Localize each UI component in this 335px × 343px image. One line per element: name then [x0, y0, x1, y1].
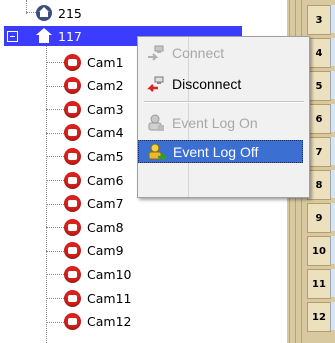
camera-node[interactable]: Cam1 [64, 51, 124, 73]
menu-separator [144, 101, 304, 103]
channel-number-cell[interactable]: 5 [307, 71, 331, 101]
home-icon [36, 28, 52, 44]
camera-icon [64, 77, 81, 95]
collapse-toggle[interactable] [7, 31, 18, 42]
camera-label: Cam9 [87, 243, 124, 259]
camera-label: Cam5 [87, 148, 124, 164]
camera-icon [64, 171, 81, 189]
tree-connector [46, 227, 64, 229]
channel-cell-edge [330, 236, 335, 264]
camera-node[interactable]: Cam7 [64, 193, 124, 215]
camera-label: Cam2 [87, 78, 124, 94]
selected-site-label: 117 [58, 28, 82, 44]
tree-connector [46, 203, 64, 205]
camera-node[interactable]: Cam5 [64, 145, 124, 167]
tree-connector [26, 12, 36, 13]
channel-number-cell[interactable]: 9 [307, 203, 331, 233]
site-icon [36, 5, 52, 21]
channel-cell-edge [330, 269, 335, 297]
tree-connector [46, 274, 64, 276]
camera-label: Cam7 [87, 196, 124, 212]
menu-item-connect[interactable]: Connect [140, 41, 300, 64]
channel-cell-edge [330, 38, 335, 66]
channel-number-cell[interactable]: 6 [307, 104, 331, 134]
tree-node-site[interactable]: 215 [36, 2, 82, 24]
event-log-on-icon [146, 113, 166, 133]
camera-node[interactable]: Cam9 [64, 240, 124, 262]
camera-node[interactable]: Cam2 [64, 75, 124, 97]
camera-node[interactable]: Cam11 [64, 287, 131, 309]
camera-icon [64, 124, 81, 142]
tree-node-selected-site[interactable]: 117 [36, 25, 82, 47]
channel-number-cell[interactable]: 8 [307, 170, 331, 200]
camera-icon [64, 147, 81, 165]
channel-cell-edge [330, 203, 335, 231]
menu-item-event-log-off[interactable]: Event Log Off [138, 140, 303, 163]
channel-number-cell[interactable]: 12 [307, 302, 331, 332]
site-label: 215 [58, 5, 82, 21]
channel-number-cell[interactable]: 4 [307, 38, 331, 68]
camera-node[interactable]: Cam3 [64, 98, 124, 120]
tree-connector [46, 109, 64, 111]
camera-node[interactable]: Cam4 [64, 122, 124, 144]
channel-number-cell[interactable]: 10 [307, 236, 331, 266]
camera-label: Cam4 [87, 125, 124, 141]
camera-icon [64, 265, 81, 283]
camera-icon [64, 100, 81, 118]
camera-label: Cam3 [87, 101, 124, 117]
tree-connector [46, 85, 64, 87]
camera-label: Cam12 [87, 314, 132, 330]
tree-connector [46, 156, 64, 158]
channel-cell-edge [330, 5, 335, 33]
camera-icon [64, 218, 81, 236]
camera-node[interactable]: Cam6 [64, 169, 124, 191]
channel-number-cell[interactable]: 11 [307, 269, 331, 299]
event-log-off-icon [147, 142, 168, 162]
camera-icon [64, 289, 81, 307]
tree-connector [46, 298, 64, 299]
context-menu: Connect Disconnect Event Log On Event Lo… [137, 36, 310, 198]
disconnect-icon [146, 74, 166, 94]
tree-connector [46, 132, 64, 134]
camera-label: Cam6 [87, 172, 124, 188]
camera-label: Cam10 [87, 266, 132, 282]
camera-node[interactable]: Cam12 [64, 311, 131, 333]
channel-cell-edge [330, 302, 335, 330]
channel-number-cell[interactable]: 7 [307, 137, 331, 167]
camera-icon [64, 195, 81, 213]
channel-cell-edge [330, 170, 335, 198]
camera-icon [64, 53, 81, 71]
tree-connector [46, 180, 64, 181]
camera-node[interactable]: Cam8 [64, 216, 124, 238]
tree-connector [46, 62, 64, 63]
channel-cell-edge [330, 71, 335, 99]
channel-cell-edge [330, 104, 335, 132]
camera-label: Cam8 [87, 219, 124, 235]
channel-number-cell[interactable]: 3 [307, 5, 331, 35]
camera-label: Cam11 [87, 290, 132, 306]
menu-item-event-log-on[interactable]: Event Log On [140, 111, 300, 134]
camera-label: Cam1 [87, 54, 124, 70]
camera-node[interactable]: Cam10 [64, 263, 131, 285]
camera-icon [64, 242, 81, 260]
tree-connector [46, 250, 64, 252]
channel-cell-edge [330, 137, 335, 165]
camera-icon [64, 313, 81, 331]
connect-icon [146, 43, 166, 63]
menu-item-disconnect[interactable]: Disconnect [140, 72, 300, 95]
tree-connector [46, 321, 64, 323]
